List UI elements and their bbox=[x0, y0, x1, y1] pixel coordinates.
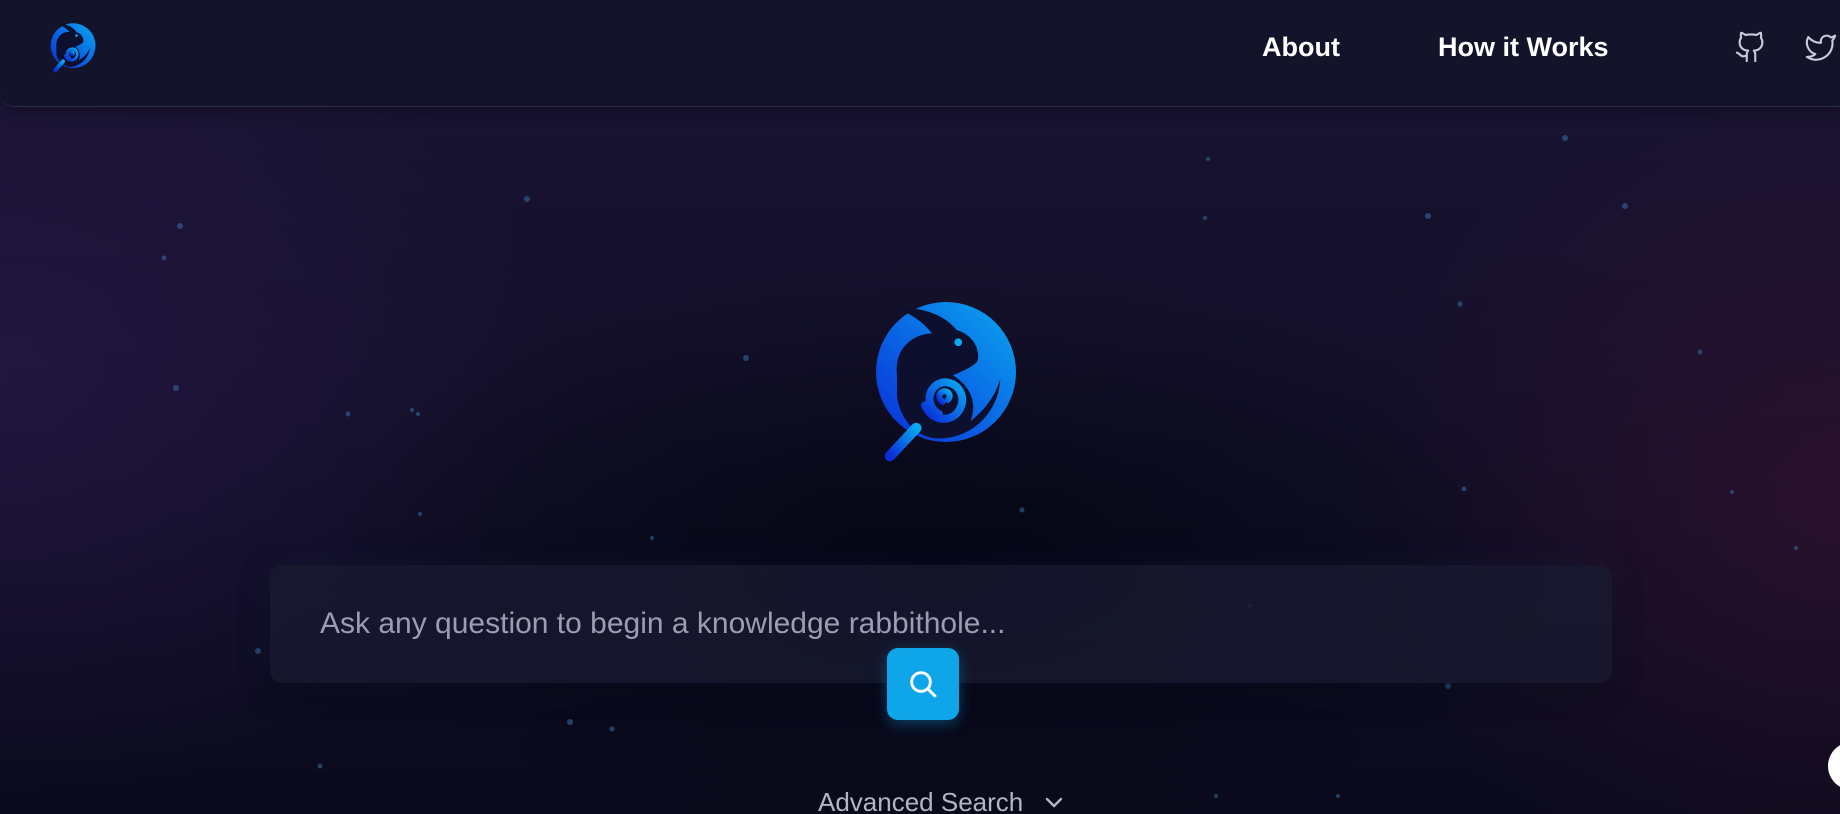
nav-link-about[interactable]: About bbox=[1262, 32, 1340, 63]
nav-link-how-it-works[interactable]: How it Works bbox=[1438, 32, 1609, 63]
rabbit-magnifier-logo-icon bbox=[876, 302, 1016, 462]
github-icon bbox=[1735, 31, 1764, 63]
search-icon bbox=[910, 671, 937, 698]
search-input[interactable] bbox=[320, 603, 1560, 645]
chevron-down-icon bbox=[1044, 785, 1064, 814]
app-logo[interactable] bbox=[44, 20, 100, 78]
page: About How it Works Ask any question to b… bbox=[0, 0, 1840, 814]
twitter-icon bbox=[1805, 34, 1837, 61]
github-link[interactable] bbox=[1734, 30, 1768, 64]
top-navbar: About How it Works bbox=[0, 0, 1840, 107]
advanced-search-toggle[interactable]: Advanced Search bbox=[818, 787, 1064, 814]
rabbit-magnifier-logo-icon bbox=[50, 23, 96, 73]
search-button[interactable] bbox=[887, 648, 959, 720]
hero-logo bbox=[855, 298, 1030, 474]
advanced-search-label: Advanced Search bbox=[818, 787, 1024, 814]
twitter-link[interactable] bbox=[1804, 30, 1838, 64]
